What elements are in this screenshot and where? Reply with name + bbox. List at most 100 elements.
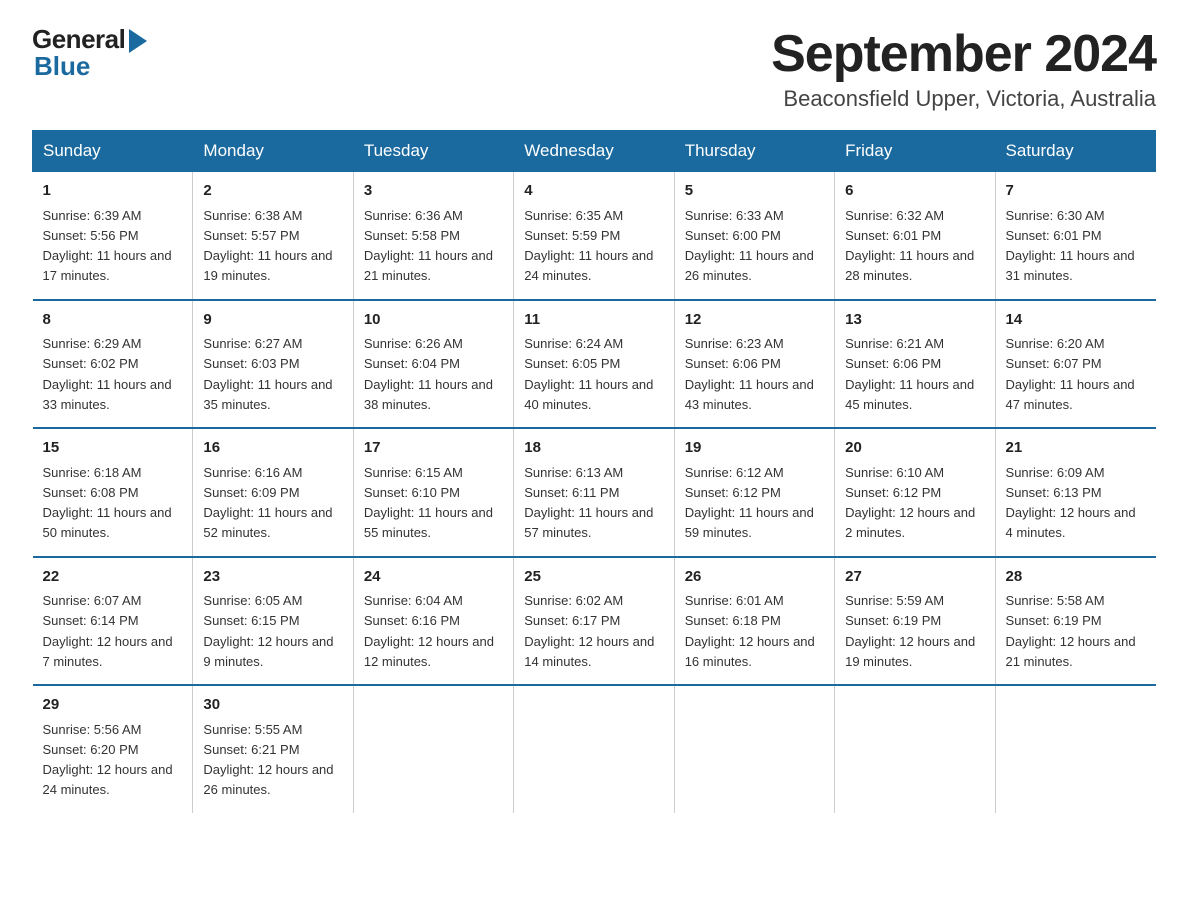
- weekday-header-tuesday: Tuesday: [353, 131, 513, 172]
- day-number: 29: [43, 694, 183, 717]
- day-info: Sunrise: 6:15 AMSunset: 6:10 PMDaylight:…: [364, 465, 493, 541]
- day-info: Sunrise: 6:38 AMSunset: 5:57 PMDaylight:…: [203, 208, 332, 284]
- day-number: 25: [524, 566, 663, 589]
- calendar-week-row: 29 Sunrise: 5:56 AMSunset: 6:20 PMDayligh…: [33, 685, 1156, 813]
- calendar-cell: 30Sunrise: 5:55 AMSunset: 6:21 PMDayligh…: [193, 685, 353, 813]
- weekday-header-wednesday: Wednesday: [514, 131, 674, 172]
- day-number: 23: [203, 566, 342, 589]
- day-number: 24: [364, 566, 503, 589]
- calendar-cell: [514, 685, 674, 813]
- page-subtitle: Beaconsfield Upper, Victoria, Australia: [771, 86, 1156, 112]
- calendar-cell: [995, 685, 1155, 813]
- weekday-header-thursday: Thursday: [674, 131, 834, 172]
- calendar-cell: 7Sunrise: 6:30 AMSunset: 6:01 PMDaylight…: [995, 172, 1155, 300]
- calendar-cell: 10 Sunrise: 6:26 AMSunset: 6:04 PMDayligh…: [353, 300, 513, 429]
- day-info: Sunrise: 6:39 AMSunset: 5:56 PMDaylight:…: [43, 208, 172, 284]
- day-number: 17: [364, 437, 503, 460]
- day-number: 10: [364, 309, 503, 332]
- calendar-cell: 1 Sunrise: 6:39 AMSunset: 5:56 PMDaylight…: [33, 172, 193, 300]
- day-info: Sunrise: 6:07 AMSunset: 6:14 PMDaylight:…: [43, 593, 173, 669]
- day-info: Sunrise: 6:05 AMSunset: 6:15 PMDaylight:…: [203, 593, 333, 669]
- calendar-cell: 6 Sunrise: 6:32 AMSunset: 6:01 PMDaylight…: [835, 172, 995, 300]
- calendar-cell: 24Sunrise: 6:04 AMSunset: 6:16 PMDayligh…: [353, 557, 513, 686]
- day-info: Sunrise: 6:12 AMSunset: 6:12 PMDaylight:…: [685, 465, 814, 541]
- calendar-cell: 14 Sunrise: 6:20 AMSunset: 6:07 PMDayligh…: [995, 300, 1155, 429]
- calendar-week-row: 15Sunrise: 6:18 AMSunset: 6:08 PMDayligh…: [33, 428, 1156, 557]
- logo-arrow-icon: [129, 29, 147, 53]
- day-info: Sunrise: 5:58 AMSunset: 6:19 PMDaylight:…: [1006, 593, 1136, 669]
- calendar-cell: 8 Sunrise: 6:29 AMSunset: 6:02 PMDaylight…: [33, 300, 193, 429]
- day-number: 5: [685, 180, 824, 203]
- day-number: 26: [685, 566, 824, 589]
- day-number: 1: [43, 180, 183, 203]
- day-number: 11: [524, 309, 663, 332]
- day-info: Sunrise: 6:26 AMSunset: 6:04 PMDaylight:…: [364, 336, 493, 412]
- calendar-cell: [674, 685, 834, 813]
- day-number: 14: [1006, 309, 1146, 332]
- weekday-header-monday: Monday: [193, 131, 353, 172]
- day-number: 7: [1006, 180, 1146, 203]
- day-info: Sunrise: 5:59 AMSunset: 6:19 PMDaylight:…: [845, 593, 975, 669]
- calendar-cell: [353, 685, 513, 813]
- day-info: Sunrise: 6:24 AMSunset: 6:05 PMDaylight:…: [524, 336, 653, 412]
- day-info: Sunrise: 5:55 AMSunset: 6:21 PMDaylight:…: [203, 722, 333, 798]
- calendar-cell: 28 Sunrise: 5:58 AMSunset: 6:19 PMDayligh…: [995, 557, 1155, 686]
- day-number: 6: [845, 180, 984, 203]
- day-info: Sunrise: 6:32 AMSunset: 6:01 PMDaylight:…: [845, 208, 974, 284]
- calendar-cell: 22 Sunrise: 6:07 AMSunset: 6:14 PMDayligh…: [33, 557, 193, 686]
- weekday-header-saturday: Saturday: [995, 131, 1155, 172]
- calendar-cell: 3 Sunrise: 6:36 AMSunset: 5:58 PMDaylight…: [353, 172, 513, 300]
- calendar-cell: 5 Sunrise: 6:33 AMSunset: 6:00 PMDaylight…: [674, 172, 834, 300]
- weekday-header-friday: Friday: [835, 131, 995, 172]
- day-info: Sunrise: 6:23 AMSunset: 6:06 PMDaylight:…: [685, 336, 814, 412]
- logo: General Blue: [32, 24, 147, 82]
- day-info: Sunrise: 6:10 AMSunset: 6:12 PMDaylight:…: [845, 465, 975, 541]
- day-number: 16: [203, 437, 342, 460]
- calendar-cell: 29 Sunrise: 5:56 AMSunset: 6:20 PMDayligh…: [33, 685, 193, 813]
- day-info: Sunrise: 6:33 AMSunset: 6:00 PMDaylight:…: [685, 208, 814, 284]
- calendar-header-row: SundayMondayTuesdayWednesdayThursdayFrid…: [33, 131, 1156, 172]
- day-number: 27: [845, 566, 984, 589]
- calendar-cell: 9Sunrise: 6:27 AMSunset: 6:03 PMDaylight…: [193, 300, 353, 429]
- day-info: Sunrise: 6:09 AMSunset: 6:13 PMDaylight:…: [1006, 465, 1136, 541]
- calendar-cell: 15Sunrise: 6:18 AMSunset: 6:08 PMDayligh…: [33, 428, 193, 557]
- calendar-cell: 21 Sunrise: 6:09 AMSunset: 6:13 PMDayligh…: [995, 428, 1155, 557]
- calendar-cell: 13 Sunrise: 6:21 AMSunset: 6:06 PMDayligh…: [835, 300, 995, 429]
- day-number: 28: [1006, 566, 1146, 589]
- calendar-cell: 19Sunrise: 6:12 AMSunset: 6:12 PMDayligh…: [674, 428, 834, 557]
- day-number: 8: [43, 309, 183, 332]
- day-number: 3: [364, 180, 503, 203]
- page-title: September 2024: [771, 24, 1156, 84]
- day-number: 22: [43, 566, 183, 589]
- day-info: Sunrise: 5:56 AMSunset: 6:20 PMDaylight:…: [43, 722, 173, 798]
- calendar-cell: [835, 685, 995, 813]
- calendar-cell: 18 Sunrise: 6:13 AMSunset: 6:11 PMDayligh…: [514, 428, 674, 557]
- calendar-week-row: 22 Sunrise: 6:07 AMSunset: 6:14 PMDayligh…: [33, 557, 1156, 686]
- day-info: Sunrise: 6:36 AMSunset: 5:58 PMDaylight:…: [364, 208, 493, 284]
- calendar-week-row: 1 Sunrise: 6:39 AMSunset: 5:56 PMDaylight…: [33, 172, 1156, 300]
- day-number: 2: [203, 180, 342, 203]
- day-number: 13: [845, 309, 984, 332]
- calendar-cell: 4Sunrise: 6:35 AMSunset: 5:59 PMDaylight…: [514, 172, 674, 300]
- day-info: Sunrise: 6:02 AMSunset: 6:17 PMDaylight:…: [524, 593, 654, 669]
- calendar-cell: 11 Sunrise: 6:24 AMSunset: 6:05 PMDayligh…: [514, 300, 674, 429]
- day-info: Sunrise: 6:21 AMSunset: 6:06 PMDaylight:…: [845, 336, 974, 412]
- calendar-week-row: 8 Sunrise: 6:29 AMSunset: 6:02 PMDaylight…: [33, 300, 1156, 429]
- day-info: Sunrise: 6:29 AMSunset: 6:02 PMDaylight:…: [43, 336, 172, 412]
- day-info: Sunrise: 6:16 AMSunset: 6:09 PMDaylight:…: [203, 465, 332, 541]
- day-info: Sunrise: 6:35 AMSunset: 5:59 PMDaylight:…: [524, 208, 653, 284]
- day-info: Sunrise: 6:18 AMSunset: 6:08 PMDaylight:…: [43, 465, 172, 541]
- day-number: 18: [524, 437, 663, 460]
- day-info: Sunrise: 6:20 AMSunset: 6:07 PMDaylight:…: [1006, 336, 1135, 412]
- page-header: General Blue September 2024 Beaconsfield…: [32, 24, 1156, 112]
- day-number: 21: [1006, 437, 1146, 460]
- weekday-header-sunday: Sunday: [33, 131, 193, 172]
- title-block: September 2024 Beaconsfield Upper, Victo…: [771, 24, 1156, 112]
- calendar-cell: 12 Sunrise: 6:23 AMSunset: 6:06 PMDayligh…: [674, 300, 834, 429]
- calendar-table: SundayMondayTuesdayWednesdayThursdayFrid…: [32, 130, 1156, 813]
- day-info: Sunrise: 6:13 AMSunset: 6:11 PMDaylight:…: [524, 465, 653, 541]
- calendar-cell: 25 Sunrise: 6:02 AMSunset: 6:17 PMDayligh…: [514, 557, 674, 686]
- day-number: 12: [685, 309, 824, 332]
- calendar-cell: 27 Sunrise: 5:59 AMSunset: 6:19 PMDayligh…: [835, 557, 995, 686]
- calendar-cell: 23 Sunrise: 6:05 AMSunset: 6:15 PMDayligh…: [193, 557, 353, 686]
